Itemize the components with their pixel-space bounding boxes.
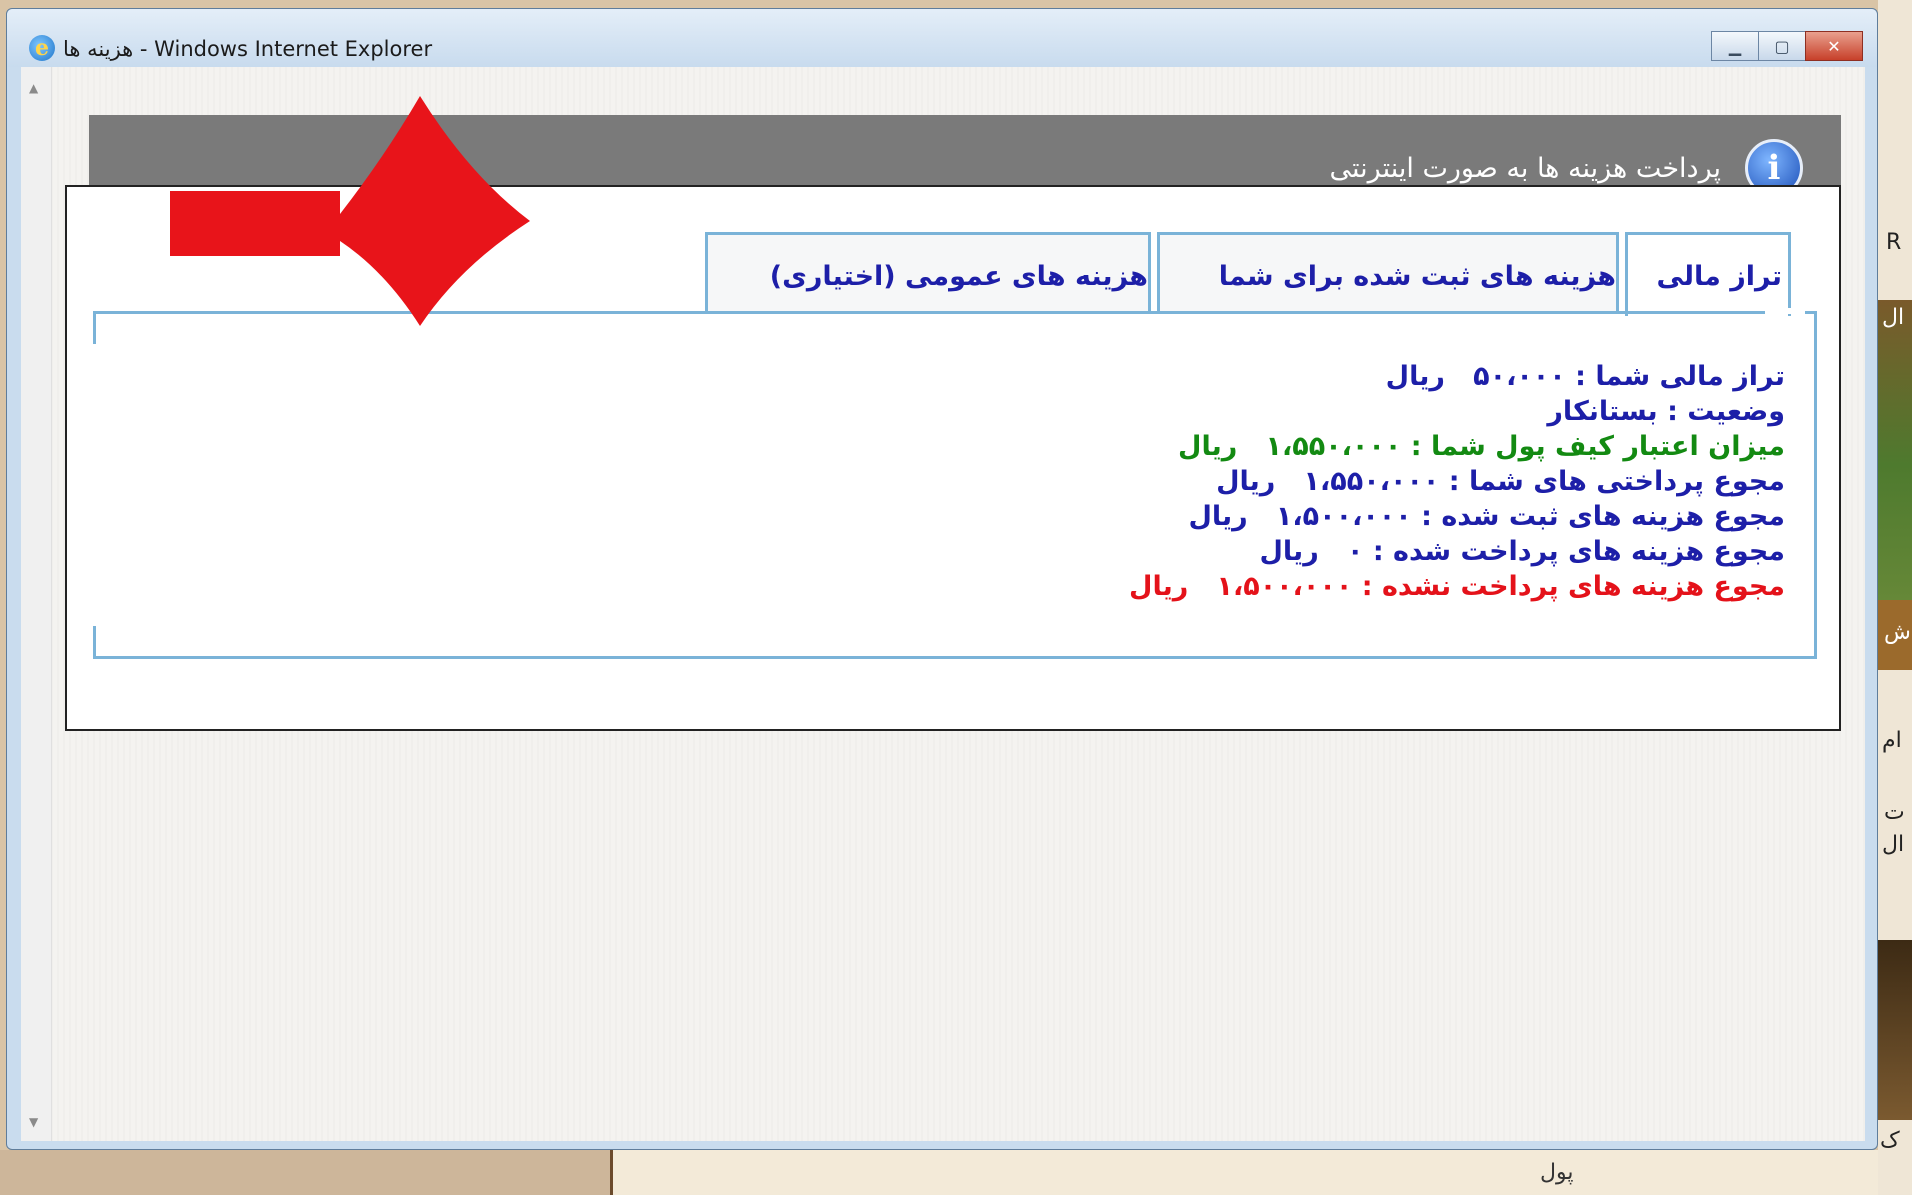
background-image-strip bbox=[1878, 300, 1912, 630]
tab-registered-costs[interactable]: هزینه های ثبت شده برای شما bbox=[1157, 232, 1619, 314]
section-title: پرداخت هزینه ها به صورت اینترنتی bbox=[1329, 153, 1722, 184]
close-icon: ✕ bbox=[1827, 36, 1841, 56]
background-image-strip-2 bbox=[1878, 940, 1912, 1120]
maximize-button[interactable]: ▢ bbox=[1758, 31, 1806, 61]
scroll-down-arrow-icon[interactable]: ▼ bbox=[29, 1115, 38, 1129]
minimize-button[interactable]: ▁ bbox=[1711, 31, 1759, 61]
active-tab-gap bbox=[1765, 308, 1805, 314]
total-paid-line: مجوع هزینه های پرداخت شده : ۰ ریال bbox=[1259, 536, 1785, 567]
bg-fragment: R bbox=[1886, 230, 1902, 255]
background-page-bottom bbox=[613, 1150, 1878, 1195]
total-payments-line: مجوع پرداختی های شما : ۱،۵۵۰،۰۰۰ ریال bbox=[1216, 466, 1785, 497]
bg-fragment: ت bbox=[1884, 800, 1905, 825]
wallet-credit-line: میزان اعتبار کیف پول شما : ۱،۵۵۰،۰۰۰ ریا… bbox=[1178, 431, 1785, 462]
balance-line: تراز مالی شما : ۵۰،۰۰۰ ریال bbox=[1385, 361, 1785, 392]
window-title: هزینه ها - Windows Internet Explorer bbox=[63, 37, 433, 61]
window-controls: ▁ ▢ ✕ bbox=[1711, 31, 1863, 61]
status-line: وضعیت : بستانکار bbox=[1547, 396, 1785, 427]
total-unpaid-line: مجوع هزینه های پرداخت نشده : ۱،۵۰۰،۰۰۰ ر… bbox=[1129, 571, 1785, 602]
scroll-up-arrow-icon[interactable]: ▲ bbox=[29, 81, 38, 95]
tab-general-costs[interactable]: هزینه های عمومی (اختیاری) bbox=[705, 232, 1151, 314]
internet-explorer-icon: e bbox=[29, 35, 55, 61]
balance-summary: تراز مالی شما : ۵۰،۰۰۰ ریال وضعیت : بستا… bbox=[385, 359, 1785, 604]
border-tick bbox=[93, 626, 96, 656]
background-page-bottom-left bbox=[0, 1150, 613, 1195]
vertical-scrollbar[interactable]: ▲ ▼ bbox=[21, 67, 52, 1141]
bg-fragment: ام bbox=[1882, 728, 1902, 753]
minimize-icon: ▁ bbox=[1728, 36, 1742, 56]
close-button[interactable]: ✕ bbox=[1805, 31, 1863, 61]
maximize-icon: ▢ bbox=[1774, 36, 1790, 56]
border-tick bbox=[93, 314, 96, 344]
total-registered-line: مجوع هزینه های ثبت شده : ۱،۵۰۰،۰۰۰ ریال bbox=[1188, 501, 1785, 532]
border-tick bbox=[1814, 314, 1817, 656]
bg-fragment: ال bbox=[1882, 305, 1905, 330]
bg-fragment: ال bbox=[1882, 832, 1905, 857]
background-page-text: پول bbox=[1540, 1160, 1574, 1185]
bg-fragment: ش bbox=[1884, 620, 1911, 645]
red-arrow-icon bbox=[170, 96, 530, 326]
tab-financial-balance[interactable]: تراز مالی bbox=[1625, 232, 1791, 316]
title-bar[interactable]: e هزینه ها - Windows Internet Explorer ▁… bbox=[7, 9, 1877, 67]
bg-fragment: ک bbox=[1880, 1128, 1900, 1153]
